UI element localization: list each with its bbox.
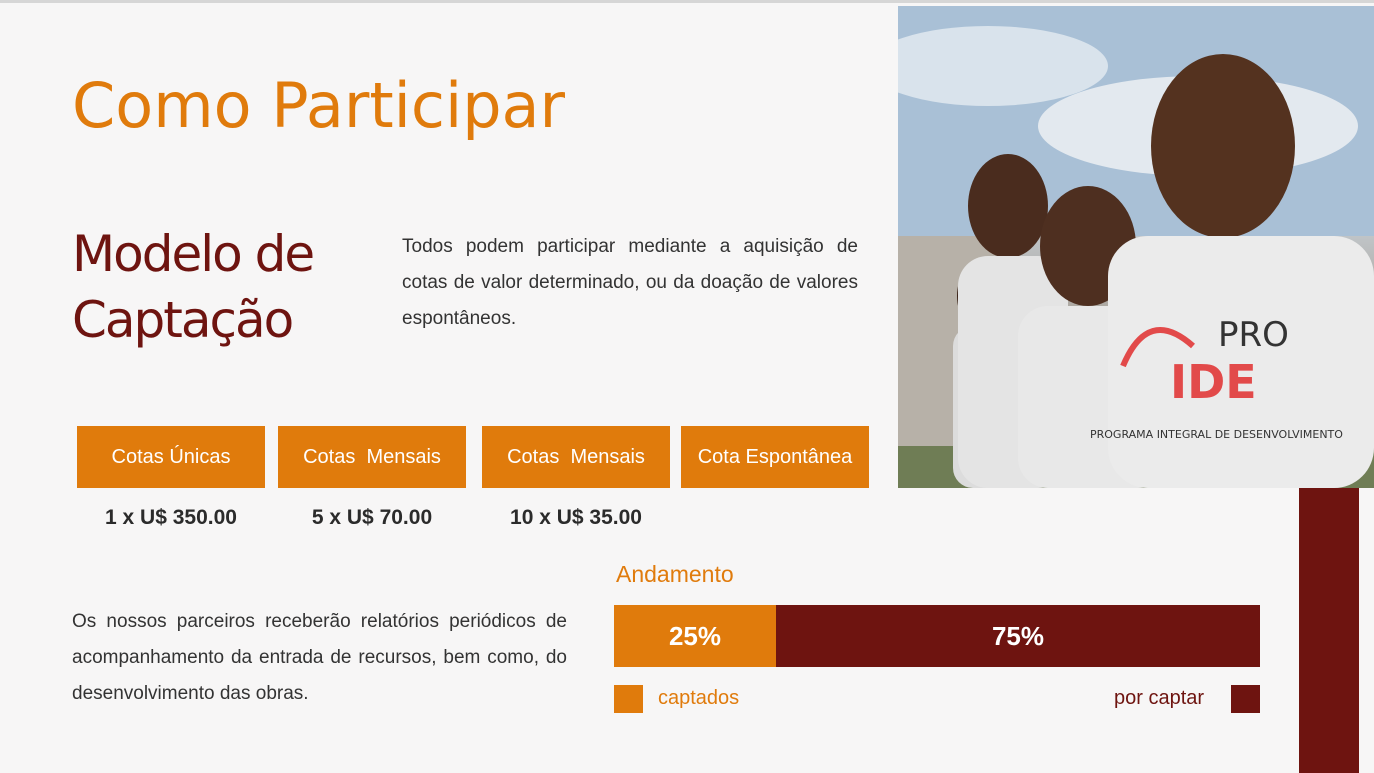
partners-text: Os nossos parceiros receberão relatórios… bbox=[72, 611, 567, 704]
progress-bar: 25% 75% bbox=[614, 605, 1260, 667]
cota-unica-price: 1 x U$ 350.00 bbox=[105, 506, 237, 529]
progress-title: Andamento bbox=[616, 561, 734, 587]
legend-remaining-swatch bbox=[1231, 685, 1260, 713]
cota-espontanea-button[interactable]: Cota Espontânea bbox=[681, 426, 869, 488]
legend-remaining-label: por captar bbox=[1114, 687, 1205, 709]
page-title: Como Participar bbox=[72, 69, 566, 142]
progress-remaining-segment: 75% bbox=[776, 605, 1260, 667]
volunteers-illustration: PRO IDE PROGRAMA INTEGRAL DE DESENVOLVIM… bbox=[898, 6, 1374, 488]
cota-mensal-10-price: 10 x U$ 35.00 bbox=[510, 506, 642, 529]
legend-captured-label: captados bbox=[658, 687, 740, 709]
shirt-text-ide: IDE bbox=[1170, 355, 1257, 409]
intro-text: Todos podem participar mediante a aquisi… bbox=[402, 236, 858, 329]
cota-mensal-10-button[interactable]: Cotas Mensais bbox=[482, 426, 670, 488]
cota-mensal-5-button[interactable]: Cotas Mensais bbox=[278, 426, 466, 488]
shirt-text-pro: PRO bbox=[1218, 315, 1289, 355]
subtitle-line-2: Captação bbox=[72, 291, 294, 349]
decorative-red-bar bbox=[1299, 488, 1359, 773]
volunteers-photo: PRO IDE PROGRAMA INTEGRAL DE DESENVOLVIM… bbox=[898, 6, 1374, 488]
shirt-text-program: PROGRAMA INTEGRAL DE DESENVOLVIMENTO bbox=[1090, 428, 1343, 441]
legend-captured-swatch bbox=[614, 685, 643, 713]
slide: Como Participar Modelo de Captação Todos… bbox=[0, 0, 1374, 773]
progress-captured-segment: 25% bbox=[614, 605, 776, 667]
section-subtitle: Modelo de Captação bbox=[72, 221, 315, 353]
subtitle-line-1: Modelo de bbox=[72, 225, 315, 283]
cota-mensal-5-price: 5 x U$ 70.00 bbox=[311, 506, 433, 529]
cota-unica-button[interactable]: Cotas Únicas bbox=[77, 426, 265, 488]
